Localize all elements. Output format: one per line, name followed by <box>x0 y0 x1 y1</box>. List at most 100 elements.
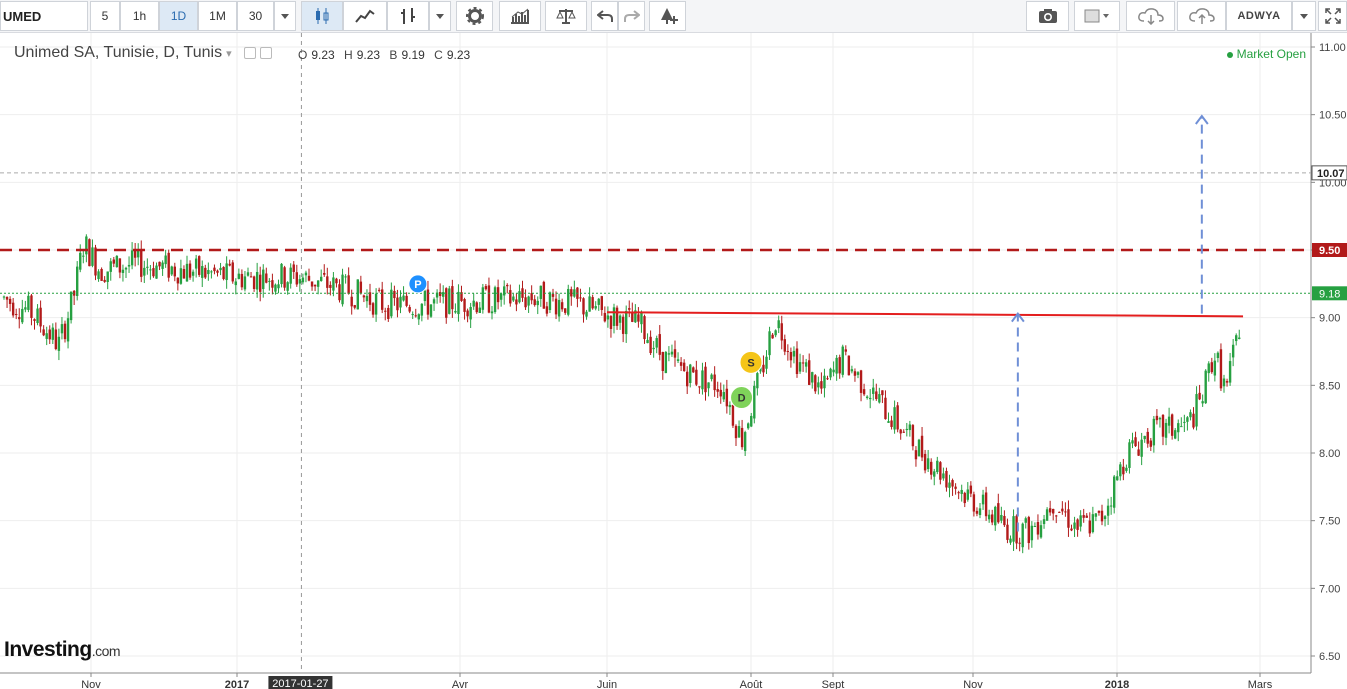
candle-body <box>445 288 448 318</box>
candle-body <box>63 323 67 340</box>
candle-body <box>133 250 137 258</box>
candle-body <box>884 397 887 420</box>
candle-body <box>298 279 302 284</box>
candle-body <box>933 471 936 477</box>
candle-body <box>292 264 295 272</box>
style-dropdown-button[interactable] <box>429 1 451 31</box>
candle-body <box>1070 528 1073 531</box>
candle-body <box>499 293 503 300</box>
neckline <box>606 311 1244 318</box>
candle-body <box>1219 349 1223 389</box>
candle-body <box>701 370 704 390</box>
x-tick-label: Août <box>740 679 763 689</box>
screenshot-button[interactable] <box>1026 1 1069 31</box>
candle-body <box>57 336 61 351</box>
candle-body <box>515 299 518 305</box>
caret-down-icon <box>436 13 444 19</box>
candle-body <box>463 299 466 312</box>
candle-body <box>1042 519 1046 525</box>
event-marker-label: S <box>747 357 754 369</box>
candle-body <box>1186 417 1189 422</box>
candle-body <box>429 304 433 317</box>
candle-body <box>1079 515 1082 527</box>
cloud-download-button[interactable] <box>1126 1 1175 31</box>
candle-body <box>591 297 594 309</box>
symbol-input[interactable]: UMED <box>0 1 88 31</box>
candle-body <box>557 300 561 317</box>
candle-body <box>1024 518 1027 523</box>
caret-down-icon[interactable]: ▾ <box>226 47 232 60</box>
color-button[interactable] <box>1074 1 1120 31</box>
interval-1h[interactable]: 1h <box>120 1 159 31</box>
candle-body <box>987 514 991 520</box>
candle-body <box>963 492 966 504</box>
candle-body <box>978 508 982 516</box>
candle-body <box>417 314 420 320</box>
candle-body <box>966 489 969 500</box>
interval-dropdown-button[interactable] <box>274 1 296 31</box>
event-marker-label: D <box>738 393 746 405</box>
candle-body <box>255 271 259 290</box>
template-label[interactable]: ADWYA <box>1226 1 1292 31</box>
candle-body <box>316 280 320 287</box>
candle-body <box>454 310 457 313</box>
redo-button[interactable] <box>618 1 645 31</box>
candles-style-button[interactable] <box>301 1 343 31</box>
candle-body <box>783 339 786 352</box>
candle-body <box>954 486 957 489</box>
candle-body <box>262 269 265 290</box>
candle-body <box>207 269 210 275</box>
interval-5[interactable]: 5 <box>90 1 120 31</box>
candle-body <box>646 339 649 344</box>
template-dropdown-button[interactable] <box>1292 1 1316 31</box>
interval-1m[interactable]: 1M <box>198 1 237 31</box>
candle-body <box>112 259 115 264</box>
candle-body <box>542 281 546 309</box>
candle-body <box>271 280 274 288</box>
high-label: H <box>344 48 353 62</box>
candle-body <box>1006 524 1009 540</box>
candle-body <box>1201 401 1204 404</box>
bars-style-button[interactable] <box>387 1 429 31</box>
alert-button[interactable] <box>649 1 686 31</box>
undo-button[interactable] <box>591 1 618 31</box>
candle-body <box>731 404 735 426</box>
candle-body <box>1103 516 1107 520</box>
candle-body <box>225 263 228 281</box>
candle-body <box>11 302 15 316</box>
candle-body <box>30 295 33 318</box>
candle-body <box>76 266 79 296</box>
interval-1d[interactable]: 1D <box>159 1 198 31</box>
cloud-upload-button[interactable] <box>1177 1 1226 31</box>
candle-body <box>838 357 841 374</box>
fullscreen-button[interactable] <box>1318 1 1347 31</box>
candle-body <box>737 426 741 438</box>
candle-body <box>393 290 396 299</box>
interval-30[interactable]: 30 <box>237 1 274 31</box>
candle-body <box>670 351 674 355</box>
candle-body <box>130 250 134 266</box>
compare-button[interactable] <box>545 1 587 31</box>
candle-body <box>1158 417 1162 420</box>
candle-body <box>1106 505 1110 516</box>
candle-body <box>862 389 866 395</box>
candle-body <box>277 284 280 289</box>
price-chart[interactable]: 6.507.007.508.008.509.009.5010.0010.5011… <box>0 33 1347 689</box>
candle-body <box>313 284 317 287</box>
settings-button[interactable] <box>456 1 493 31</box>
area-style-button[interactable] <box>343 1 387 31</box>
settings-small-icon[interactable] <box>259 47 272 59</box>
brand-logo: Investing.com <box>4 638 121 662</box>
candle-body <box>875 391 878 400</box>
candle-body <box>926 458 930 470</box>
candle-body <box>969 485 973 494</box>
candle-body <box>1189 412 1192 418</box>
candle-body <box>1198 392 1201 400</box>
indicators-button[interactable] <box>499 1 541 31</box>
candle-body <box>1058 511 1061 513</box>
open-label: O <box>298 48 308 62</box>
visibility-icon[interactable] <box>243 47 256 59</box>
candle-body <box>33 319 36 321</box>
candle-body <box>399 296 402 308</box>
candle-body <box>182 268 186 279</box>
